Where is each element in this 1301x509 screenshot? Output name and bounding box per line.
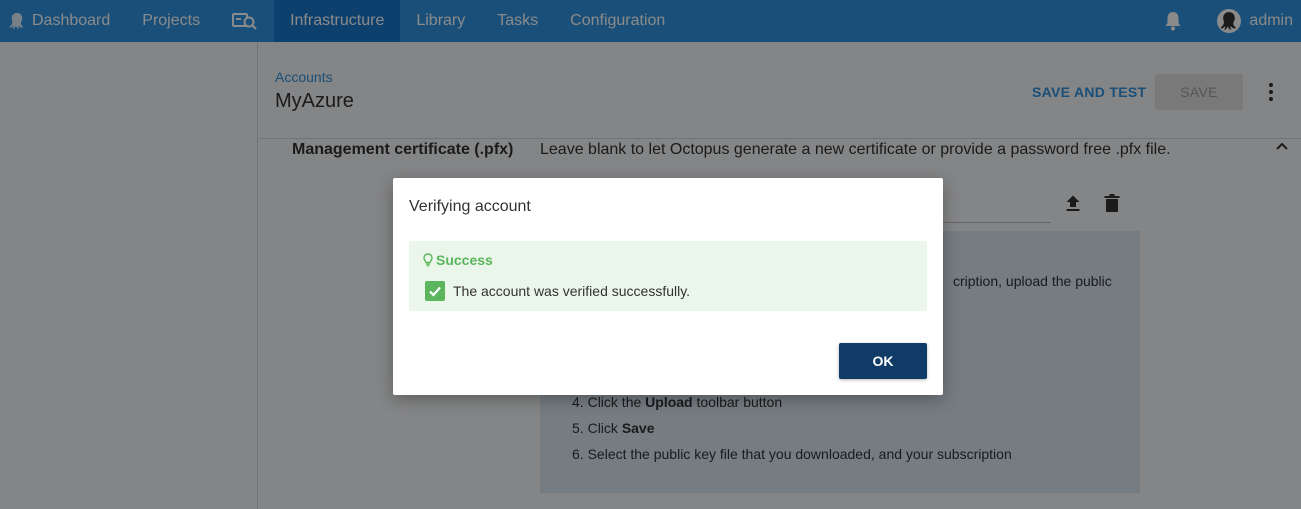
check-icon (425, 281, 445, 301)
lightbulb-icon (423, 253, 433, 267)
success-callout: Success The account was verified success… (409, 241, 927, 311)
callout-message: The account was verified successfully. (453, 283, 691, 299)
callout-message-row: The account was verified successfully. (425, 281, 690, 301)
verify-dialog: Verifying account Success The account wa… (393, 178, 943, 395)
callout-title: Success (423, 252, 493, 268)
dialog-title: Verifying account (409, 198, 531, 215)
ok-button[interactable]: OK (839, 343, 927, 379)
callout-title-text: Success (436, 252, 493, 268)
